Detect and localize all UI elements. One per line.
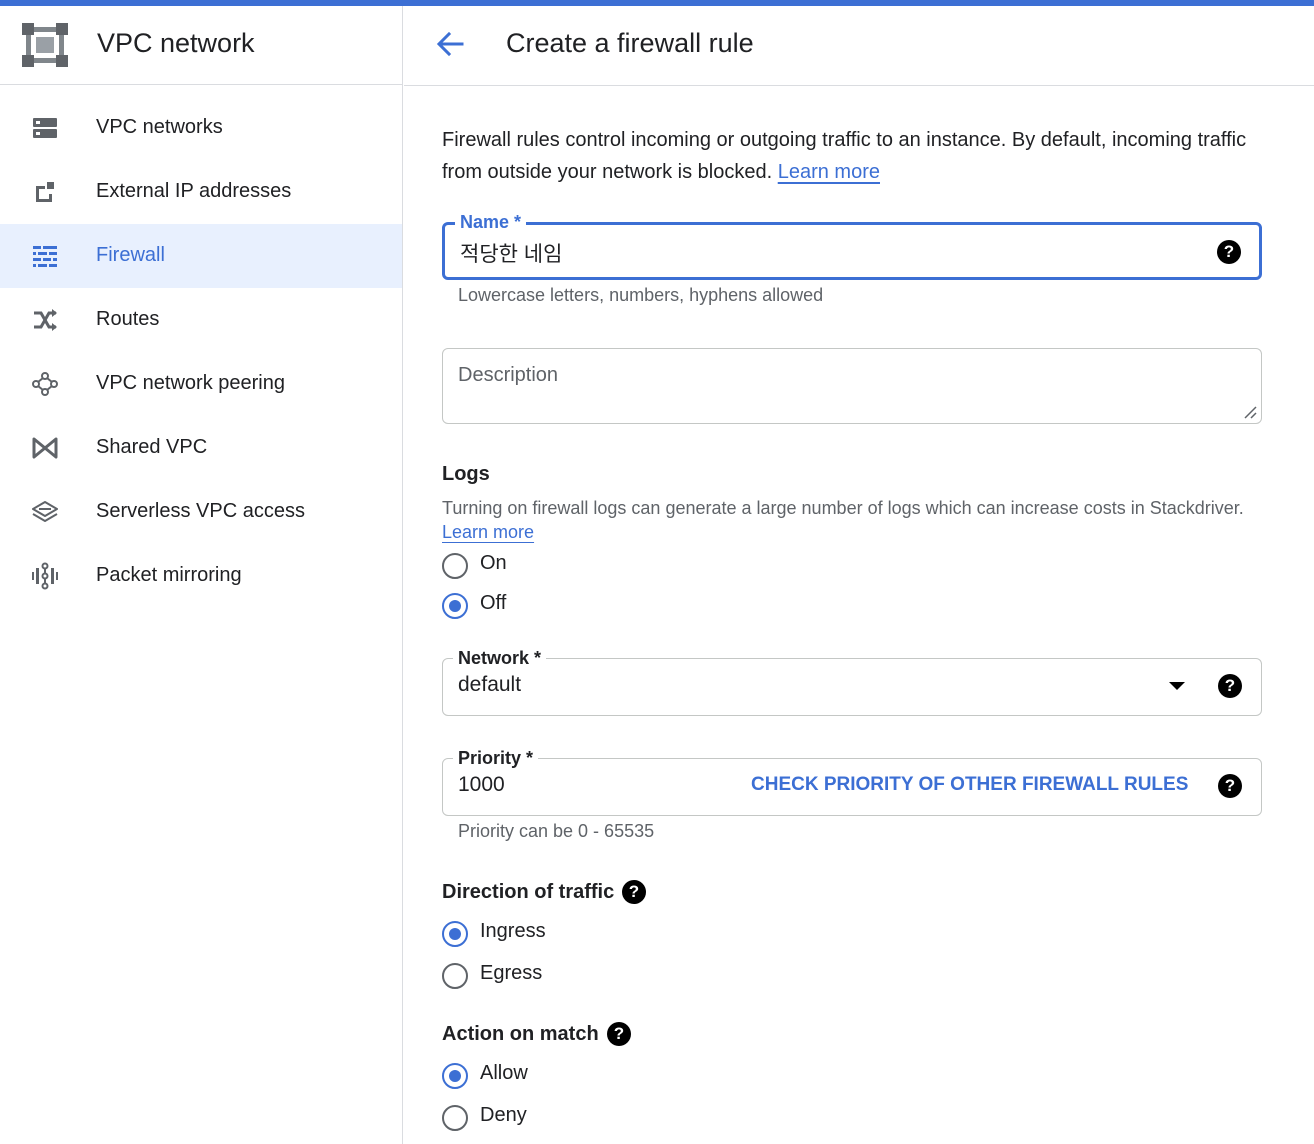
priority-hint: Priority can be 0 - 65535 — [458, 821, 655, 841]
sidebar-item-label: Shared VPC — [96, 436, 208, 458]
vpc-networks-icon — [33, 118, 57, 138]
priority-field[interactable]: Priority * 1000 CHECK PRIORITY OF OTHER … — [442, 747, 1262, 816]
logs-title: Logs — [442, 463, 490, 485]
sidebar-item-shared-vpc[interactable]: Shared VPC — [0, 416, 402, 480]
routes-icon — [34, 309, 57, 331]
radio-circle — [442, 1063, 468, 1089]
name-hint: Lowercase letters, numbers, hyphens allo… — [458, 285, 824, 305]
sidebar-item-label: External IP addresses — [96, 180, 292, 202]
priority-input-value[interactable]: 1000 — [458, 773, 505, 797]
sidebar-item-packet-mirroring[interactable]: Packet mirroring — [0, 544, 402, 608]
check-priority-button[interactable]: CHECK PRIORITY OF OTHER FIREWALL RULES — [751, 774, 1188, 796]
sidebar-item-label: Serverless VPC access — [96, 500, 305, 522]
name-field[interactable]: Name * 적당한 네임 ? — [442, 211, 1262, 280]
radio-circle — [442, 1105, 468, 1131]
sidebar: VPC network VPC networks External IP add… — [0, 6, 403, 1144]
sidebar-header: VPC network — [0, 6, 402, 85]
resize-handle-icon[interactable] — [1243, 405, 1257, 419]
sidebar-item-vpc-networks[interactable]: VPC networks — [0, 96, 402, 160]
radio-circle — [442, 553, 468, 579]
product-title: VPC network — [97, 28, 255, 58]
sidebar-item-routes[interactable]: Routes — [0, 288, 402, 352]
help-icon[interactable]: ? — [1218, 774, 1242, 798]
back-arrow-icon[interactable] — [432, 26, 468, 62]
sidebar-item-label: VPC networks — [96, 116, 223, 138]
dropdown-arrow-icon[interactable] — [1168, 681, 1186, 691]
radio-label: On — [480, 552, 507, 574]
radio-circle — [442, 963, 468, 989]
action-title: Action on match — [442, 1023, 599, 1045]
serverless-icon — [32, 501, 58, 522]
name-field-label: Name * — [455, 211, 527, 233]
sidebar-item-external-ip[interactable]: External IP addresses — [0, 160, 402, 224]
peering-icon — [32, 372, 58, 396]
radio-label: Off — [480, 592, 507, 614]
help-icon[interactable]: ? — [622, 880, 646, 904]
sidebar-item-label: Firewall — [96, 244, 165, 266]
sidebar-item-firewall[interactable]: Firewall — [0, 224, 402, 288]
help-icon[interactable]: ? — [1217, 240, 1241, 264]
sidebar-item-label: VPC network peering — [96, 372, 285, 394]
learn-more-link[interactable]: Learn more — [778, 161, 880, 183]
name-input-value[interactable]: 적당한 네임 — [460, 238, 562, 268]
description-placeholder: Description — [458, 364, 559, 386]
help-icon[interactable]: ? — [1218, 674, 1242, 698]
packet-mirroring-icon — [32, 562, 58, 590]
network-field-label: Network * — [453, 647, 547, 669]
sidebar-item-vpc-peering[interactable]: VPC network peering — [0, 352, 402, 416]
radio-label: Ingress — [480, 920, 546, 942]
page-header: Create a firewall rule — [404, 6, 1314, 86]
page-title: Create a firewall rule — [506, 28, 754, 58]
logs-learn-more-link[interactable]: Learn more — [442, 522, 534, 542]
firewall-icon — [33, 246, 57, 267]
intro-text: Firewall rules control incoming or outgo… — [442, 129, 1247, 183]
radio-label: Deny — [480, 1104, 527, 1126]
direction-title: Direction of traffic — [442, 881, 615, 903]
sidebar-item-label: Packet mirroring — [96, 564, 242, 586]
priority-field-label: Priority * — [453, 747, 539, 769]
radio-label: Allow — [480, 1062, 528, 1084]
external-ip-icon — [36, 182, 54, 202]
radio-circle — [442, 921, 468, 947]
radio-label: Egress — [480, 962, 543, 984]
logs-description: Turning on firewall logs can generate a … — [442, 498, 1244, 542]
help-icon[interactable]: ? — [607, 1022, 631, 1046]
sidebar-item-label: Routes — [96, 308, 160, 330]
sidebar-item-serverless-vpc[interactable]: Serverless VPC access — [0, 480, 402, 544]
network-value: default — [458, 673, 522, 696]
radio-circle — [442, 593, 468, 619]
network-select[interactable]: Network * default ? — [442, 647, 1262, 716]
vpc-network-logo-icon — [22, 23, 68, 67]
shared-vpc-icon — [32, 437, 58, 459]
description-field[interactable]: Description — [442, 348, 1262, 424]
